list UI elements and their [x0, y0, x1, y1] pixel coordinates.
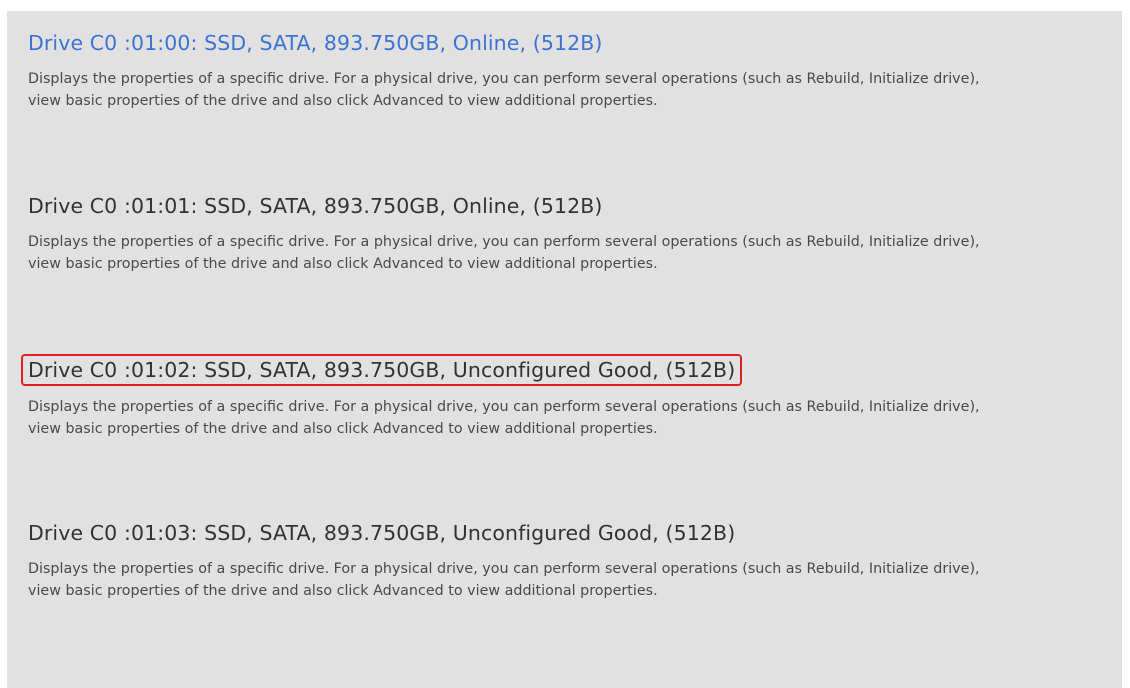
drive-entry: Drive C0 :01:03: SSD, SATA, 893.750GB, U… [28, 520, 1028, 602]
drive-entry: Drive C0 :01:02: SSD, SATA, 893.750GB, U… [20, 354, 1028, 440]
drive-description: Displays the properties of a specific dr… [28, 399, 980, 438]
drive-entry: Drive C0 :01:01: SSD, SATA, 893.750GB, O… [28, 193, 1028, 275]
drive-link-c0-01-03[interactable]: Drive C0 :01:03: SSD, SATA, 893.750GB, U… [28, 520, 735, 546]
drive-description: Displays the properties of a specific dr… [28, 234, 980, 273]
drive-link-c0-01-02[interactable]: Drive C0 :01:02: SSD, SATA, 893.750GB, U… [20, 354, 743, 386]
drive-description: Displays the properties of a specific dr… [28, 561, 980, 600]
drive-description: Displays the properties of a specific dr… [28, 71, 980, 110]
drive-list-panel: Drive C0 :01:00: SSD, SATA, 893.750GB, O… [7, 11, 1122, 688]
drive-entry: Drive C0 :01:00: SSD, SATA, 893.750GB, O… [28, 30, 1028, 112]
drive-link-c0-01-00[interactable]: Drive C0 :01:00: SSD, SATA, 893.750GB, O… [28, 30, 603, 56]
drive-link-c0-01-01[interactable]: Drive C0 :01:01: SSD, SATA, 893.750GB, O… [28, 193, 603, 219]
